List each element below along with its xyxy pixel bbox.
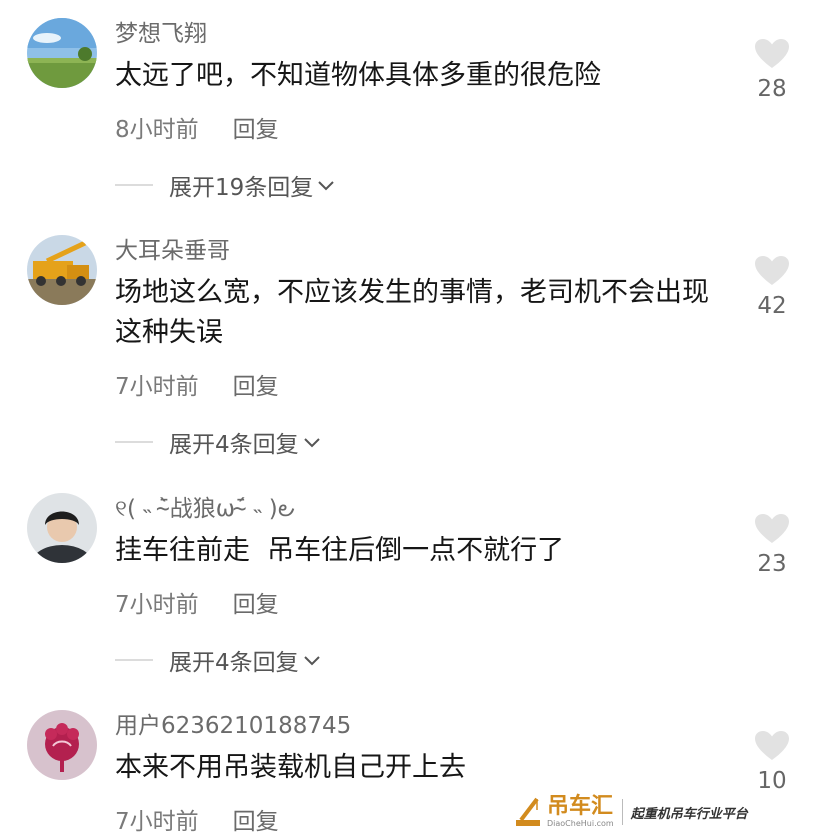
divider bbox=[115, 441, 153, 443]
divider bbox=[115, 184, 153, 186]
author-name[interactable]: ୧( ˵ ¯̴̀战狼ω¯̴́ ˵ )౿ bbox=[115, 489, 295, 528]
like-count: 23 bbox=[757, 551, 787, 577]
reply-button[interactable]: 回复 bbox=[233, 367, 279, 401]
expand-replies-label: 展开4条回复 bbox=[169, 650, 299, 676]
avatar[interactable] bbox=[27, 235, 97, 305]
heart-icon bbox=[755, 256, 789, 285]
comment-text: 太远了吧，不知道物体具体多重的很危险 bbox=[115, 60, 601, 91]
crane-logo-icon bbox=[516, 797, 540, 826]
timestamp: 7小时前 bbox=[115, 592, 199, 618]
like-button[interactable]: 42 bbox=[752, 255, 792, 319]
divider bbox=[115, 659, 153, 661]
comment-meta: 8小时前 回复 bbox=[115, 110, 279, 144]
like-button[interactable]: 23 bbox=[752, 513, 792, 577]
reply-button[interactable]: 回复 bbox=[233, 110, 279, 144]
heart-icon bbox=[755, 514, 789, 543]
reply-button[interactable]: 回复 bbox=[233, 585, 279, 619]
author-name[interactable]: 用户6236210188745 bbox=[115, 706, 351, 740]
avatar[interactable] bbox=[27, 710, 97, 780]
expand-replies-button[interactable]: 展开19条回复 bbox=[115, 168, 335, 202]
timestamp: 8小时前 bbox=[115, 117, 199, 143]
comment-list: 梦想飞翔 太远了吧，不知道物体具体多重的很危险 8小时前 回复 展开19条回复 2… bbox=[0, 0, 820, 840]
watermark: 吊车汇 DiaoCheHui.com 起重机吊车行业平台 bbox=[513, 796, 748, 828]
comment-text: 挂车往前走 吊车往后倒一点不就行了 bbox=[115, 535, 565, 566]
like-count: 10 bbox=[757, 768, 787, 794]
like-button[interactable]: 28 bbox=[752, 38, 792, 102]
author-name[interactable]: 梦想飞翔 bbox=[115, 14, 207, 48]
expand-replies-label: 展开4条回复 bbox=[169, 432, 299, 458]
like-button[interactable]: 10 bbox=[752, 730, 792, 794]
reply-button[interactable]: 回复 bbox=[233, 802, 279, 836]
heart-icon bbox=[755, 731, 789, 760]
watermark-url: DiaoCheHui.com bbox=[547, 819, 614, 828]
watermark-slogan: 起重机吊车行业平台 bbox=[630, 806, 748, 822]
chevron-down-icon bbox=[303, 647, 321, 673]
expand-replies-button[interactable]: 展开4条回复 bbox=[115, 425, 321, 459]
like-count: 28 bbox=[757, 76, 787, 102]
watermark-name: 吊车汇 bbox=[547, 794, 614, 819]
timestamp: 7小时前 bbox=[115, 374, 199, 400]
comment-meta: 7小时前 回复 bbox=[115, 367, 279, 401]
like-count: 42 bbox=[757, 293, 787, 319]
watermark-divider bbox=[621, 799, 623, 825]
expand-replies-label: 展开19条回复 bbox=[169, 175, 314, 201]
chevron-down-icon bbox=[317, 172, 335, 198]
author-name[interactable]: 大耳朵垂哥 bbox=[115, 231, 230, 265]
timestamp: 7小时前 bbox=[115, 809, 199, 835]
comment-text: 场地这么宽，不应该发生的事情，老司机不会出现这种失误 bbox=[115, 277, 709, 348]
chevron-down-icon bbox=[303, 429, 321, 455]
comment-meta: 7小时前 回复 bbox=[115, 802, 279, 836]
heart-icon bbox=[755, 39, 789, 68]
expand-replies-button[interactable]: 展开4条回复 bbox=[115, 643, 321, 677]
comment-meta: 7小时前 回复 bbox=[115, 585, 279, 619]
comment-text: 本来不用吊装载机自己开上去 bbox=[115, 752, 466, 783]
avatar[interactable] bbox=[27, 493, 97, 563]
avatar[interactable] bbox=[27, 18, 97, 88]
